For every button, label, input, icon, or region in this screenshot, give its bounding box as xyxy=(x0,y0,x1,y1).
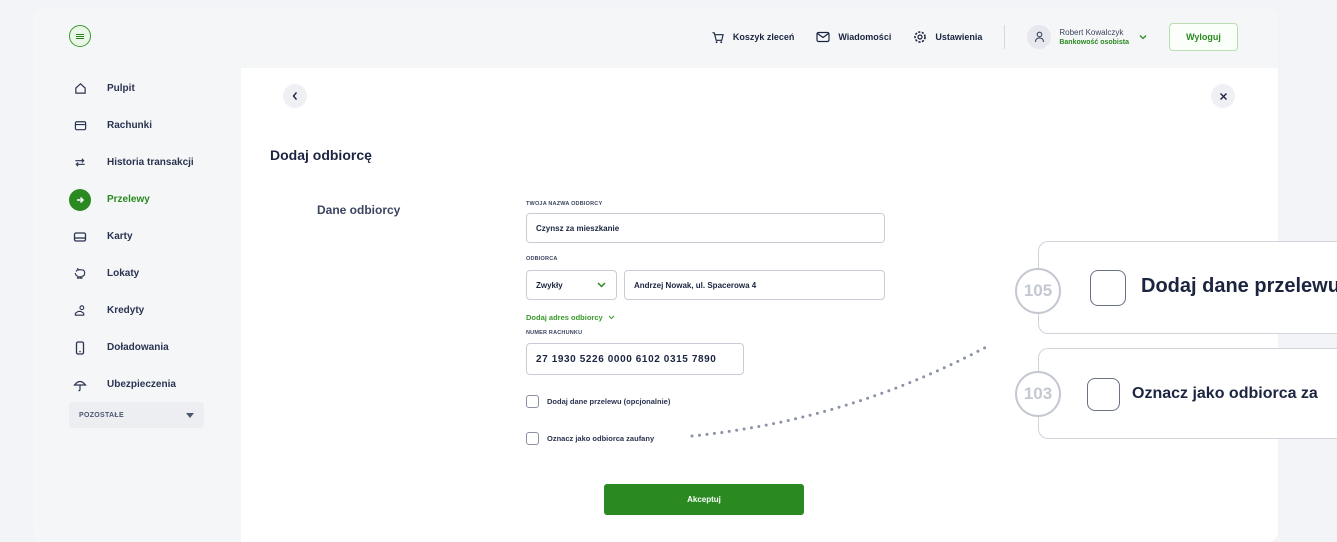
settings-link[interactable]: Ustawienia xyxy=(913,30,982,44)
wallet-icon xyxy=(69,115,91,137)
sidebar-item-label: Lokaty xyxy=(107,268,140,279)
accept-button[interactable]: Akceptuj xyxy=(604,484,804,515)
messages-link[interactable]: Wiadomości xyxy=(816,31,891,43)
zoomed-trusted-recipient-checkbox xyxy=(1087,378,1120,411)
sidebar-item-przelewy[interactable]: Przelewy xyxy=(69,181,249,218)
transfer-arrow-icon xyxy=(69,188,91,211)
user-icon xyxy=(1034,31,1044,43)
user-context: Bankowość osobista xyxy=(1059,39,1129,46)
umbrella-icon xyxy=(69,374,91,396)
gear-icon xyxy=(914,31,927,43)
sidebar-item-doladowania[interactable]: Doładowania xyxy=(69,329,249,366)
name-field-label: TWOJA NAZWA ODBIORCY xyxy=(526,201,603,207)
account-number-field[interactable]: 27 1930 5226 0000 6102 0315 7890 xyxy=(526,343,744,375)
sidebar-item-lokaty[interactable]: Lokaty xyxy=(69,255,249,292)
chevron-down-icon xyxy=(608,315,615,320)
user-menu[interactable]: Robert Kowalczyk Bankowość osobista xyxy=(1027,25,1147,49)
more-dropdown-label: POZOSTAŁE xyxy=(79,411,124,419)
avatar xyxy=(1027,25,1052,49)
sidebar-item-label: Historia transakcji xyxy=(107,157,194,168)
home-icon xyxy=(69,78,91,100)
step-badge: 103 xyxy=(1015,371,1061,417)
chevron-left-icon xyxy=(292,92,298,100)
zoomed-trusted-recipient-label: Oznacz jako odbiorca za xyxy=(1132,385,1318,402)
zoomed-transfer-data-checkbox xyxy=(1090,270,1126,306)
add-address-label: Dodaj adres odbiorcy xyxy=(526,313,603,322)
sidebar-item-label: Rachunki xyxy=(107,120,153,131)
more-dropdown[interactable]: POZOSTAŁE xyxy=(69,402,204,428)
back-button[interactable] xyxy=(283,84,307,108)
recipient-type-value: Zwykły xyxy=(536,280,563,290)
close-button[interactable] xyxy=(1211,84,1235,108)
step-badge: 105 xyxy=(1015,268,1061,314)
menu-toggle-icon[interactable] xyxy=(69,25,91,47)
sidebar-item-label: Doładowania xyxy=(107,342,169,353)
user-name: Robert Kowalczyk xyxy=(1059,28,1124,37)
cart-label: Koszyk zleceń xyxy=(732,32,795,42)
transfer-data-checkbox-label: Dodaj dane przelewu (opcjonalnie) xyxy=(547,397,671,406)
chevron-down-icon xyxy=(1139,35,1147,40)
trusted-recipient-checkbox-label: Oznacz jako odbiorca zaufany xyxy=(547,434,655,443)
callout-transfer-data: 105 Dodaj dane przelewu xyxy=(1015,241,1337,334)
sidebar-item-label: Ubezpieczenia xyxy=(107,379,176,390)
sidebar-item-label: Pulpit xyxy=(107,83,135,94)
trusted-recipient-checkbox[interactable] xyxy=(526,432,539,445)
piggy-bank-icon xyxy=(69,263,91,285)
account-field-label: NUMER RACHUNKU xyxy=(526,330,583,336)
settings-label: Ustawienia xyxy=(935,32,983,42)
sidebar-item-label: Przelewy xyxy=(107,194,150,205)
cart-icon xyxy=(712,31,724,43)
phone-icon xyxy=(69,337,91,359)
arrows-exchange-icon xyxy=(69,152,91,174)
topbar-divider xyxy=(1004,25,1006,49)
add-address-link[interactable]: Dodaj adres odbiorcy xyxy=(526,313,615,322)
sidebar-item-ubezpieczenia[interactable]: Ubezpieczenia xyxy=(69,366,249,403)
coins-icon xyxy=(69,300,91,322)
messages-label: Wiadomości xyxy=(838,32,892,42)
envelope-icon xyxy=(816,31,830,43)
sidebar-nav: Pulpit Rachunki Historia transakcji Prze… xyxy=(69,70,249,403)
cart-link[interactable]: Koszyk zleceń xyxy=(711,31,795,44)
section-title: Dane odbiorcy xyxy=(317,203,401,217)
caret-down-icon xyxy=(186,412,194,418)
sidebar-item-pulpit[interactable]: Pulpit xyxy=(69,70,249,107)
sidebar-item-rachunki[interactable]: Rachunki xyxy=(69,107,249,144)
chevron-down-icon xyxy=(597,282,606,288)
sidebar-item-label: Kredyty xyxy=(107,305,145,316)
recipient-address-field[interactable]: Andrzej Nowak, ul. Spacerowa 4 xyxy=(624,270,885,300)
recipient-name-field[interactable]: Czynsz za mieszkanie xyxy=(526,213,885,243)
trusted-recipient-checkbox-row[interactable]: Oznacz jako odbiorca zaufany xyxy=(526,432,654,445)
zoomed-transfer-data-label: Dodaj dane przelewu xyxy=(1141,275,1337,297)
page-title: Dodaj odbiorcę xyxy=(270,147,372,163)
card-icon xyxy=(69,226,91,248)
callout-trusted-recipient: 103 Oznacz jako odbiorca za xyxy=(1015,348,1337,439)
top-bar: Koszyk zleceń Wiadomości Ustawienia Robe… xyxy=(689,22,1238,52)
transfer-data-checkbox-row[interactable]: Dodaj dane przelewu (opcjonalnie) xyxy=(526,395,670,408)
sidebar-item-karty[interactable]: Karty xyxy=(69,218,249,255)
sidebar-item-kredyty[interactable]: Kredyty xyxy=(69,292,249,329)
transfer-data-checkbox[interactable] xyxy=(526,395,539,408)
recipient-type-select[interactable]: Zwykły xyxy=(526,270,617,300)
recipient-field-label: ODBIORCA xyxy=(526,256,558,262)
sidebar-item-historia[interactable]: Historia transakcji xyxy=(69,144,249,181)
sidebar-item-label: Karty xyxy=(107,231,133,242)
logout-button[interactable]: Wyloguj xyxy=(1169,23,1238,51)
close-icon xyxy=(1219,92,1227,100)
